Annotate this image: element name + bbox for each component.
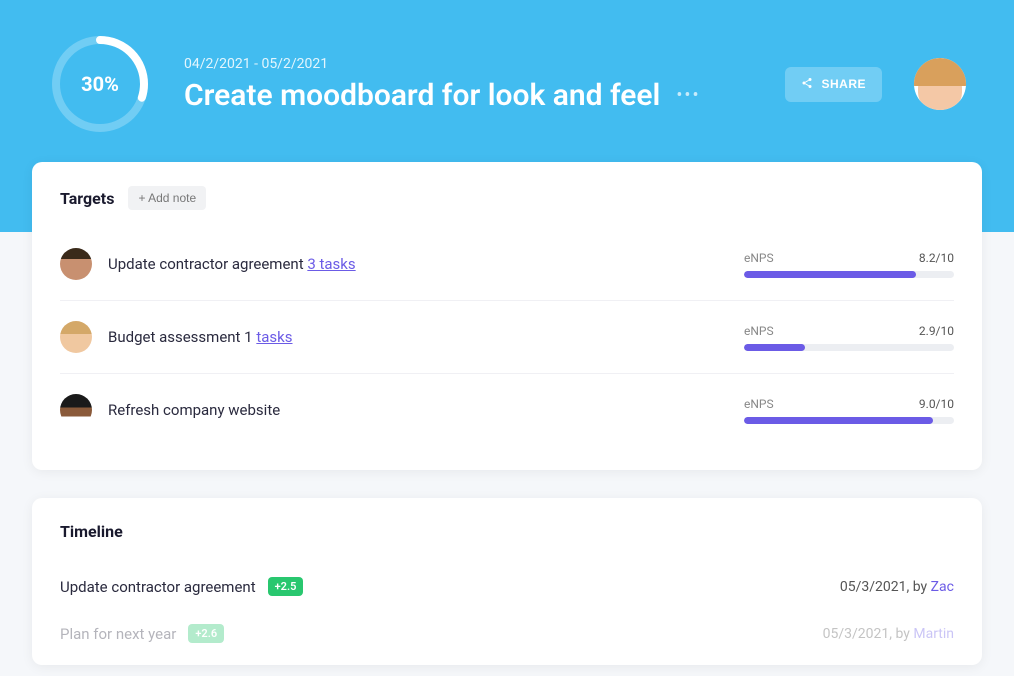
target-title: Budget assessment 1 tasks bbox=[108, 328, 744, 346]
metric-value: 9.0/10 bbox=[919, 397, 954, 411]
metric-label: eNPS bbox=[744, 251, 774, 265]
author-link[interactable]: Zac bbox=[931, 579, 954, 595]
avatar bbox=[60, 321, 92, 353]
metric-label: eNPS bbox=[744, 397, 774, 411]
progress-bar bbox=[744, 271, 954, 278]
progress-bar bbox=[744, 344, 954, 351]
add-note-button[interactable]: + Add note bbox=[128, 186, 206, 210]
status-badge: +2.5 bbox=[268, 577, 304, 596]
tasks-link[interactable]: 3 tasks bbox=[307, 255, 355, 273]
targets-card: Targets + Add note Update contractor agr… bbox=[32, 162, 982, 470]
target-row[interactable]: Update contractor agreement 3 tasks eNPS… bbox=[60, 228, 954, 301]
avatar bbox=[60, 248, 92, 280]
progress-bar bbox=[744, 417, 954, 424]
metric-value: 8.2/10 bbox=[919, 251, 954, 265]
tasks-link[interactable]: tasks bbox=[256, 328, 292, 346]
timeline-item-title: Plan for next year bbox=[60, 625, 176, 643]
metric-value: 2.9/10 bbox=[919, 324, 954, 338]
status-badge: +2.6 bbox=[188, 624, 224, 643]
page-title: Create moodboard for look and feel bbox=[184, 78, 660, 113]
progress-circle: 30% bbox=[48, 32, 152, 136]
target-title: Update contractor agreement 3 tasks bbox=[108, 255, 744, 273]
timeline-card: Timeline Update contractor agreement +2.… bbox=[32, 498, 982, 665]
metric-label: eNPS bbox=[744, 324, 774, 338]
targets-title: Targets bbox=[60, 189, 114, 208]
metric-block: eNPS 8.2/10 bbox=[744, 251, 954, 278]
avatar bbox=[60, 394, 92, 426]
timeline-row[interactable]: Update contractor agreement +2.5 05/3/20… bbox=[60, 563, 954, 610]
share-label: SHARE bbox=[821, 77, 866, 91]
target-title: Refresh company website bbox=[108, 401, 744, 419]
share-icon bbox=[801, 77, 813, 92]
date-range: 04/2/2021 - 05/2/2021 bbox=[184, 56, 753, 72]
progress-percent: 30% bbox=[81, 72, 119, 96]
timeline-title: Timeline bbox=[60, 522, 954, 541]
target-row[interactable]: Refresh company website eNPS 9.0/10 bbox=[60, 374, 954, 446]
timeline-item-title: Update contractor agreement bbox=[60, 578, 256, 596]
metric-block: eNPS 9.0/10 bbox=[744, 397, 954, 424]
author-link[interactable]: Martin bbox=[913, 626, 954, 642]
share-button[interactable]: SHARE bbox=[785, 67, 882, 102]
metric-block: eNPS 2.9/10 bbox=[744, 324, 954, 351]
timeline-row[interactable]: Plan for next year +2.6 05/3/2021, by Ma… bbox=[60, 610, 954, 657]
timeline-meta: 05/3/2021, by Zac bbox=[840, 579, 954, 595]
timeline-meta: 05/3/2021, by Martin bbox=[823, 626, 954, 642]
avatar[interactable] bbox=[914, 58, 966, 110]
more-icon[interactable]: ••• bbox=[676, 85, 700, 106]
target-row[interactable]: Budget assessment 1 tasks eNPS 2.9/10 bbox=[60, 301, 954, 374]
header-main: 04/2/2021 - 05/2/2021 Create moodboard f… bbox=[184, 56, 753, 113]
